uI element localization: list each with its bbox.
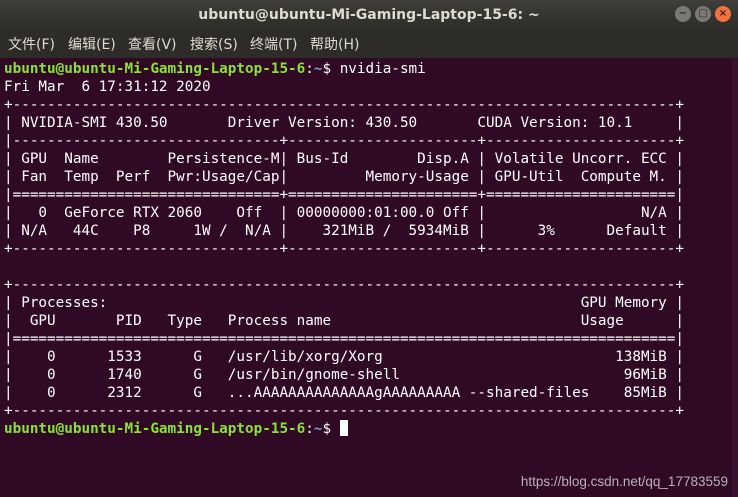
minimize-button[interactable]: − [675,6,691,22]
menu-search[interactable]: 搜索(S) [190,30,238,58]
command-text: nvidia-smi [331,61,426,77]
prompt-user-host: ubuntu@ubuntu-Mi-Gaming-Laptop-15-6 [4,61,306,77]
prompt-separator: : [305,421,314,437]
output-line: |-------------------------------+-------… [4,133,684,149]
output-line: +---------------------------------------… [4,403,684,419]
command-line: ubuntu@ubuntu-Mi-Gaming-Laptop-15-6:~$ n… [4,60,732,78]
output-line: | N/A 44C P8 1W / N/A | 321MiB / 5934MiB… [4,223,684,239]
output-line: | 0 1533 G /usr/lib/xorg/Xorg 138MiB | [4,349,684,365]
output-line: | Processes: GPU Memory | [4,295,684,311]
output-line: |=======================================… [4,331,684,347]
output-line: | NVIDIA-SMI 430.50 Driver Version: 430.… [4,115,684,131]
close-button[interactable]: × [715,6,731,22]
window-title: ubuntu@ubuntu-Mi-Gaming-Laptop-15-6: ~ [198,7,540,23]
output-line: | Fan Temp Perf Pwr:Usage/Cap| Memory-Us… [4,169,684,185]
prompt-user-host: ubuntu@ubuntu-Mi-Gaming-Laptop-15-6 [4,421,306,437]
prompt-line[interactable]: ubuntu@ubuntu-Mi-Gaming-Laptop-15-6:~$ [4,420,732,438]
scrollbar[interactable] [732,58,738,497]
terminal-output[interactable]: ubuntu@ubuntu-Mi-Gaming-Laptop-15-6:~$ n… [4,60,732,497]
menu-help[interactable]: 帮助(H) [310,30,359,58]
output-line: | 0 1740 G /usr/bin/gnome-shell 96MiB | [4,367,684,383]
output-line: +---------------------------------------… [4,97,684,113]
output-line: +---------------------------------------… [4,277,684,293]
output-line: | GPU PID Type Process name Usage | [4,313,684,329]
prompt-separator: : [305,61,314,77]
menu-bar: 文件(F) 编辑(E) 查看(V) 搜索(S) 终端(T) 帮助(H) [0,30,738,58]
menu-edit[interactable]: 编辑(E) [68,30,116,58]
watermark-url: https://blog.csdn.net/qq_17783559 [520,474,728,489]
output-line: | GPU Name Persistence-M| Bus-Id Disp.A … [4,151,684,167]
output-line: Fri Mar 6 17:31:12 2020 [4,79,211,95]
output-line: |===============================+=======… [4,187,684,203]
output-line: | 0 2312 G ...AAAAAAAAAAAAAAgAAAAAAAAA -… [4,385,684,401]
prompt-symbol: $ [322,61,332,77]
terminal-window: ubuntu@ubuntu-Mi-Gaming-Laptop-15-6: ~ −… [0,0,738,497]
output-line: +-------------------------------+-------… [4,241,684,257]
text-cursor [339,420,348,436]
title-bar[interactable]: ubuntu@ubuntu-Mi-Gaming-Laptop-15-6: ~ −… [0,0,738,30]
output-line: | 0 GeForce RTX 2060 Off | 00000000:01:0… [4,205,684,221]
menu-terminal[interactable]: 终端(T) [250,30,297,58]
menu-file[interactable]: 文件(F) [8,30,55,58]
maximize-button[interactable]: □ [695,6,711,22]
menu-view[interactable]: 查看(V) [128,30,177,58]
prompt-symbol: $ [322,421,332,437]
